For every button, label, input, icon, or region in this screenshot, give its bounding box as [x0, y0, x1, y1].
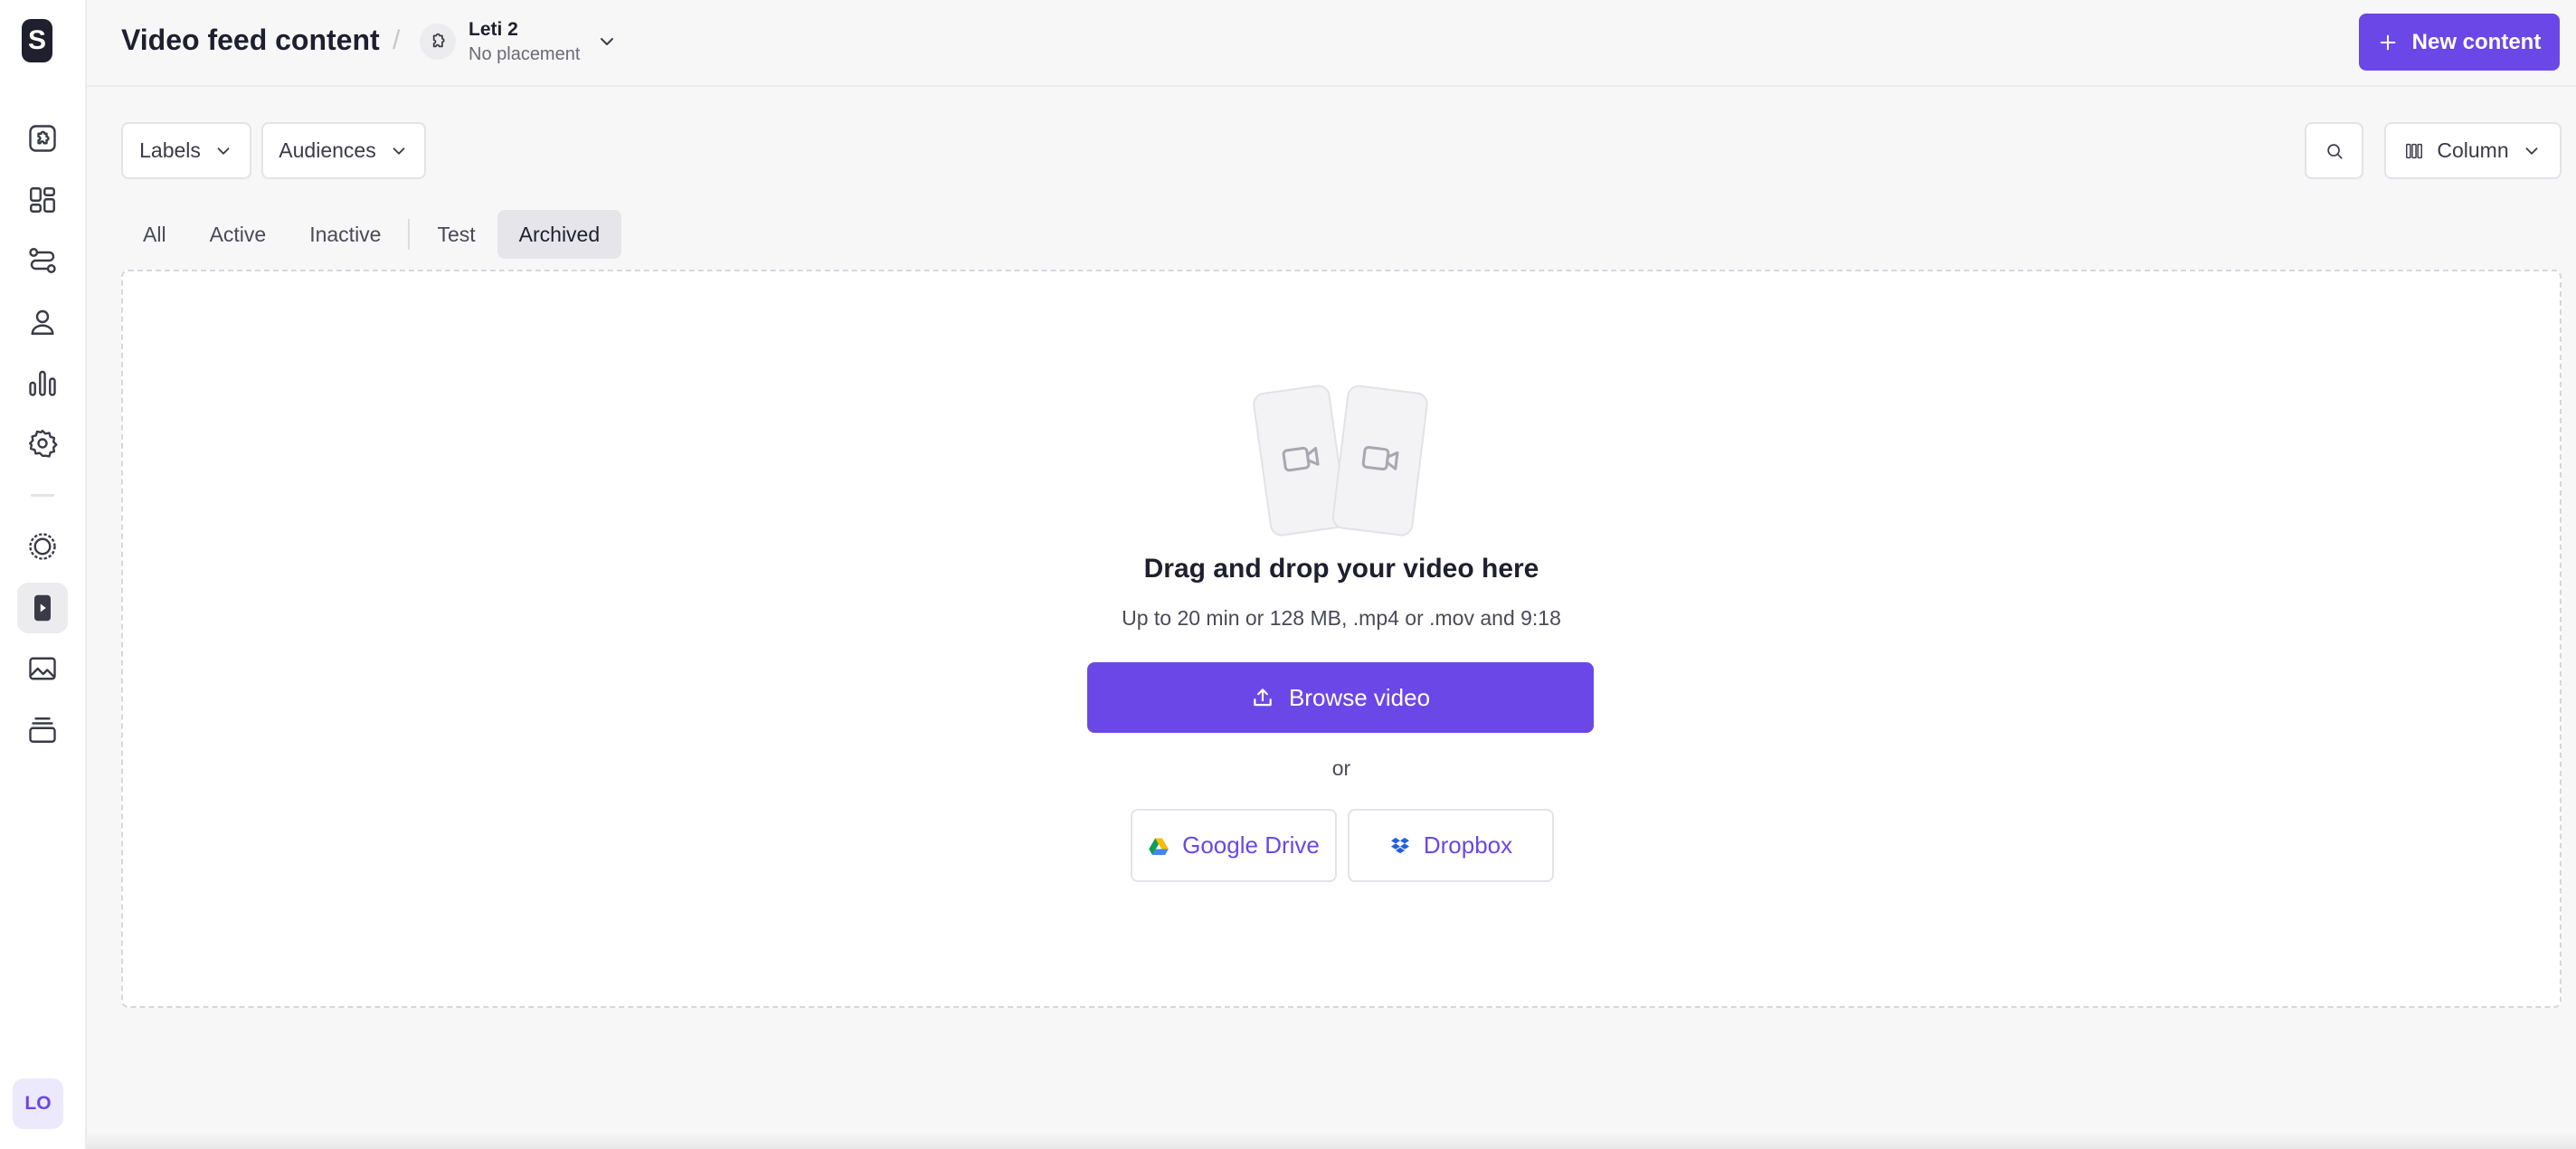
view-mode-select[interactable]: Column	[2384, 122, 2562, 179]
placement-selector[interactable]: Leti 2 No placement	[420, 14, 618, 69]
status-tabs: All Active Inactive Test Archived	[121, 210, 622, 259]
labels-filter-label: Labels	[139, 138, 201, 162]
tab-archived[interactable]: Archived	[497, 210, 622, 259]
columns-icon	[2406, 143, 2423, 158]
sidebar: S LO	[0, 0, 87, 1149]
audiences-filter-label: Audiences	[279, 138, 376, 162]
bottom-shadow	[87, 1131, 2576, 1149]
sidebar-divider	[31, 494, 54, 497]
chevron-down-icon	[2525, 147, 2538, 155]
labels-filter[interactable]: Labels	[121, 122, 251, 179]
sidebar-item-banners[interactable]	[17, 643, 68, 694]
gear-icon	[29, 430, 58, 458]
stack-icon	[29, 717, 56, 743]
page-title: Video feed content	[121, 24, 380, 56]
tab-test[interactable]: Test	[415, 210, 497, 259]
sidebar-item-dashboard[interactable]	[17, 175, 68, 225]
sidebar-item-flows[interactable]	[17, 235, 68, 286]
dropzone-title: Drag and drop your video here	[1143, 554, 1539, 584]
sidebar-item-settings[interactable]	[17, 418, 68, 469]
browse-video-label: Browse video	[1288, 683, 1431, 711]
view-mode-label: Column	[2437, 138, 2509, 162]
google-drive-icon	[1149, 838, 1169, 855]
user-avatar[interactable]: LO	[13, 1078, 63, 1129]
sidebar-item-analytics[interactable]	[17, 357, 68, 408]
bar-chart-icon	[29, 370, 56, 396]
placement-avatar	[420, 24, 456, 60]
user-icon	[31, 309, 54, 335]
chevron-down-icon	[601, 38, 614, 45]
dropzone-requirements: Up to 20 min or 128 MB, .mp4 or .mov and…	[1122, 606, 1561, 630]
stories-icon	[29, 533, 56, 560]
search-icon	[2326, 143, 2343, 159]
upload-icon	[1254, 688, 1272, 707]
tab-inactive[interactable]: Inactive	[288, 210, 402, 259]
sidebar-item-collections[interactable]	[17, 705, 68, 755]
new-content-button[interactable]: New content	[2359, 14, 2560, 71]
sidebar-item-users[interactable]	[17, 297, 68, 347]
placement-subtitle: No placement	[469, 43, 581, 64]
or-separator: or	[1331, 756, 1351, 780]
placement-name: Leti 2	[469, 18, 518, 40]
audiences-filter[interactable]: Audiences	[261, 122, 426, 179]
page-header: Video feed content / Leti 2 No placement…	[87, 0, 2576, 87]
video-cards-illustration	[1253, 385, 1428, 537]
tab-active[interactable]: Active	[188, 210, 289, 259]
search-button[interactable]	[2305, 122, 2363, 179]
grid-layout-icon	[30, 187, 55, 213]
dropbox-icon	[1390, 837, 1409, 853]
video-feed-icon	[34, 594, 51, 622]
plus-icon	[2380, 34, 2395, 50]
dropbox-button[interactable]: Dropbox	[1348, 809, 1554, 882]
dropbox-label: Dropbox	[1423, 831, 1513, 859]
chevron-down-icon	[217, 147, 230, 155]
google-drive-label: Google Drive	[1182, 831, 1320, 859]
sidebar-item-video-feed[interactable]	[17, 583, 68, 633]
breadcrumb-separator: /	[393, 25, 401, 55]
tab-divider	[408, 219, 411, 250]
app-logo[interactable]: S	[22, 19, 52, 62]
chevron-down-icon	[393, 147, 405, 155]
puzzle-icon	[29, 125, 56, 152]
new-content-label: New content	[2411, 29, 2542, 54]
tab-all[interactable]: All	[121, 210, 188, 259]
browse-video-button[interactable]: Browse video	[1087, 662, 1594, 733]
sidebar-item-placements[interactable]	[17, 113, 68, 164]
google-drive-button[interactable]: Google Drive	[1131, 809, 1337, 882]
video-dropzone[interactable]: Drag and drop your video here Up to 20 m…	[121, 270, 2562, 1008]
image-icon	[29, 657, 56, 680]
puzzle-icon	[432, 33, 445, 48]
sidebar-item-stories[interactable]	[17, 521, 68, 572]
flow-icon	[29, 248, 56, 273]
